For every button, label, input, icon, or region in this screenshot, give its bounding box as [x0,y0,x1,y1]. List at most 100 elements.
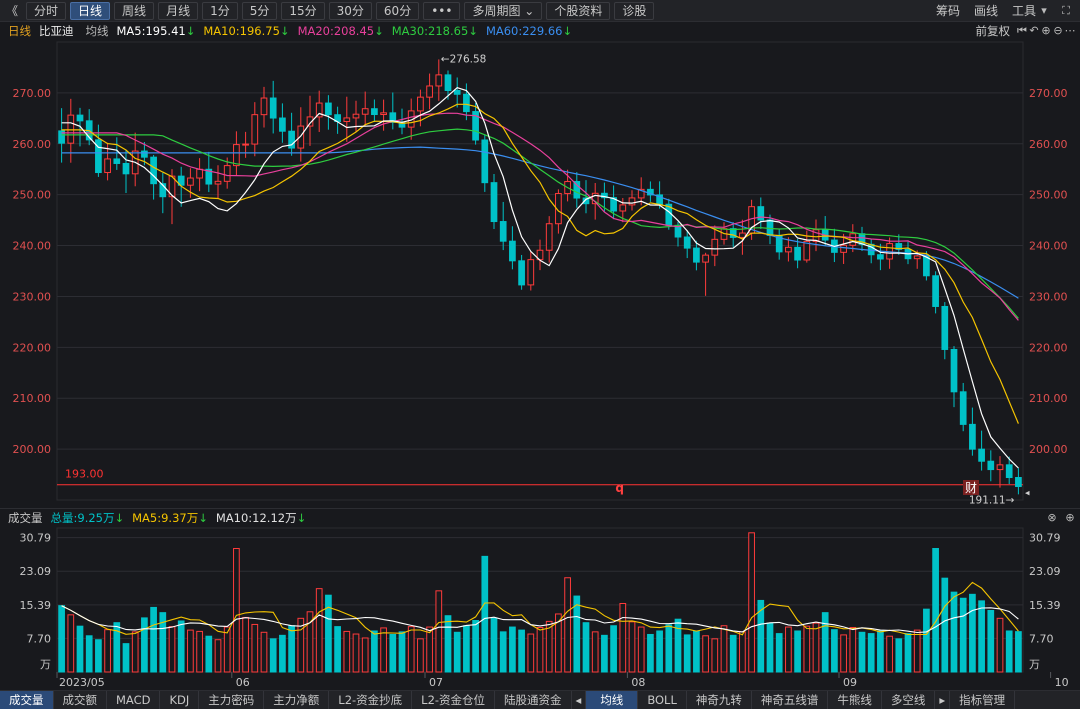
volume-bar [720,625,728,673]
volume-bar [849,626,857,673]
volume-bar [867,633,875,673]
tab-bull-bear[interactable]: 牛熊线 [828,690,882,709]
candle-body [923,255,930,277]
candle-body [187,177,194,186]
price-tick-label-right: 220.00 [1029,341,1068,354]
volume-bar [877,630,884,673]
tab-l2-position[interactable]: L2-资金仓位 [412,690,496,709]
x-tick-label: 09 [843,676,857,689]
volume-bar [647,633,654,673]
price-tick-label-left: 270.00 [13,87,52,100]
candle-body [453,89,461,95]
volume-tick-label-right: 30.79 [1029,532,1061,545]
tab-main-force-code[interactable]: 主力密码 [199,690,265,709]
volume-bar [610,625,617,673]
x-tick-label: 08 [631,676,645,689]
candle-body [269,97,277,119]
price-tick-label-right: 230.00 [1029,290,1068,303]
volume-bar [490,617,498,673]
support-label: 193.00 [65,468,104,481]
volume-bar [518,629,525,673]
price-tick-label-left: 240.00 [13,240,52,253]
volume-bar [58,605,65,673]
volume-bar [279,634,286,673]
tab-main-force-net[interactable]: 主力净额 [264,690,330,709]
tab-macd[interactable]: MACD [107,690,161,709]
tab-ma[interactable]: 均线 [586,690,639,709]
volume-bar [1005,630,1013,673]
tab-kdj[interactable]: KDJ [160,690,200,709]
volume-bar [398,631,406,673]
volume-bar [527,633,535,673]
volume-bar [831,629,838,673]
volume-bar [702,635,709,673]
volume-bar [619,602,627,673]
tab-turnover[interactable]: 成交额 [54,690,107,709]
candle-body [463,93,470,113]
tab-indicator-manage[interactable]: 指标管理 [950,690,1016,709]
volume-bar [168,626,176,673]
candle-body [702,254,709,263]
volume-bar [463,625,470,673]
candle-body [693,247,700,263]
candle-body [711,238,719,256]
candle-body [794,246,801,261]
volume-bar [978,600,985,673]
volume-bar [886,635,893,673]
volume-bar [67,614,75,673]
candle-body [840,244,847,253]
tab-long-short[interactable]: 多空线 [882,690,936,709]
volume-bar [104,629,111,673]
candle-body [426,85,433,98]
tab-l2-bottom[interactable]: L2-资金抄底 [329,690,413,709]
scroll-right-icon[interactable]: ▸ [935,690,951,709]
tab-magic-five[interactable]: 神奇五线谱 [752,690,829,709]
x-tick-label: 2023/05 [59,676,105,689]
volume-bar [1015,631,1022,673]
candlestick-chart[interactable]: 200.00 200.00 210.00 210.00 220.00 220.00 230.… [0,0,1080,709]
volume-tick-label-left: 23.09 [20,565,52,578]
volume-bar [131,631,139,673]
volume-bar [453,631,461,673]
candle-body [325,102,332,116]
price-tick-label-left: 220.00 [13,341,52,354]
volume-bar [214,639,222,673]
candle-body [481,139,489,184]
price-tick-label-right: 250.00 [1029,189,1068,202]
candle-body [279,117,286,132]
volume-bar [987,609,995,673]
volume-bar [472,620,479,673]
tab-northbound[interactable]: 陆股通资金 [495,690,572,709]
volume-bar [794,630,801,673]
volume-bar [233,548,240,673]
candle-body [150,156,157,185]
price-tick-label-left: 230.00 [13,290,52,303]
volume-bar [371,630,378,673]
tab-magic-nine[interactable]: 神奇九转 [687,690,752,709]
candle-body [435,74,443,87]
volume-bar [959,597,967,673]
tab-volume[interactable]: 成交量 [0,690,54,709]
volume-bar [315,588,323,673]
candle-body [214,180,222,185]
volume-bar [996,617,1004,673]
scroll-left-icon[interactable]: ◂ [572,690,587,709]
volume-bar [352,633,360,673]
volume-bar [591,631,599,673]
candle-body [260,97,268,116]
candle-body [739,232,746,238]
volume-bar [95,639,102,673]
candle-body [785,246,792,253]
volume-bar [803,625,811,673]
candle-body [509,240,516,262]
q-marker: q [615,481,624,495]
volume-tick-label-right: 7.70 [1029,632,1054,645]
volume-bar [665,624,673,673]
volume-bar [141,617,148,673]
volume-bar [693,630,700,673]
volume-tick-label-left: 7.70 [27,632,52,645]
price-tick-label-right: 260.00 [1029,138,1068,151]
tab-boll[interactable]: BOLL [638,690,687,709]
volume-bar [334,626,341,673]
volume-bar [150,606,157,673]
